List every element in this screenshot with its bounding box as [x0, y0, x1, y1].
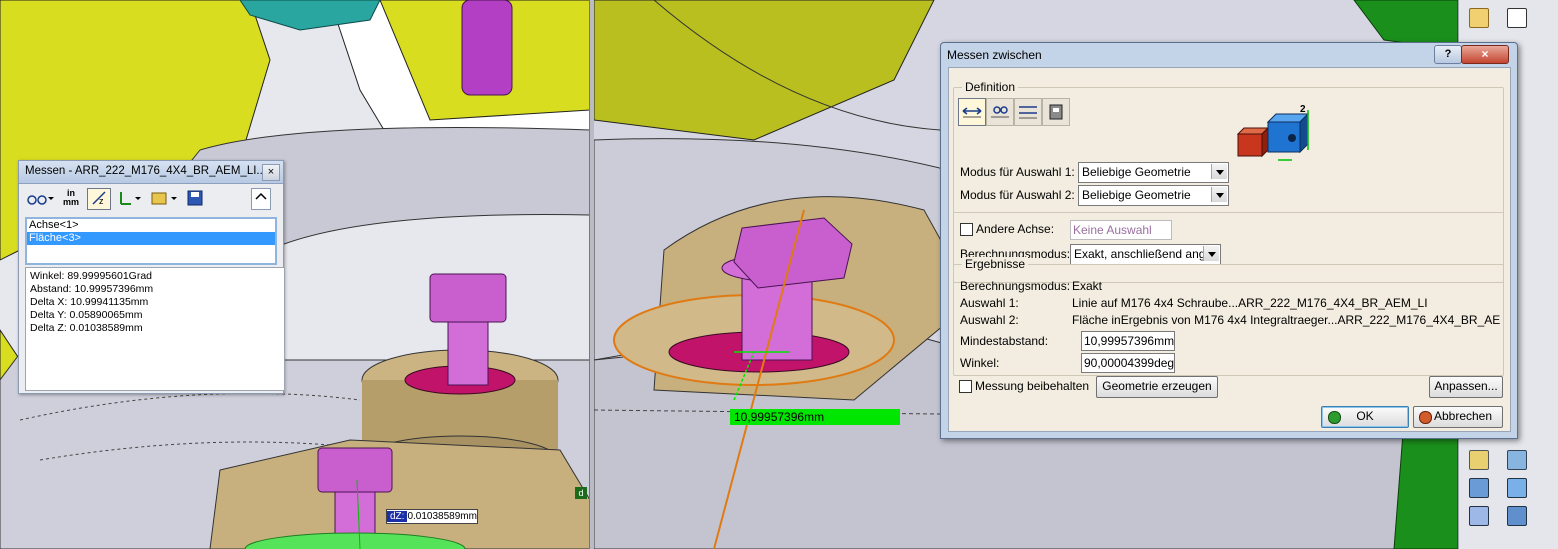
auswahl2-label: Auswahl 2:	[960, 313, 1019, 327]
auswahl1-value: Linie auf M176 4x4 Schraube...ARR_222_M1…	[1072, 296, 1428, 310]
messen-results: Winkel: 89.99995601Grad Abstand: 10.9995…	[25, 267, 285, 391]
dz-readout: dZ: 0.01038589mm	[386, 509, 478, 524]
measure-fan-mode-icon[interactable]	[1014, 98, 1042, 126]
part-icon[interactable]	[1469, 450, 1489, 470]
dialog-body: Definition 2 Modus für Auswahl 1: Belieb…	[948, 67, 1511, 432]
selection-preview-graphic: 2	[1236, 104, 1310, 161]
dialog-title: Messen zwischen	[947, 48, 1042, 62]
chevron-down-icon[interactable]	[1211, 187, 1227, 202]
mindestabstand-label: Mindestabstand:	[960, 334, 1049, 348]
analysis-icon[interactable]	[1507, 478, 1527, 498]
messen-panel: Messen - ARR_222_M176_4X4_BR_AEM_LI... ×…	[18, 160, 285, 394]
auswahl2-value: Fläche inErgebnis von M176 4x4 Integralt…	[1072, 313, 1500, 327]
modus2-value: Beliebige Geometrie	[1082, 188, 1191, 202]
erg-berechnungsmodus-value: Exakt	[1072, 279, 1103, 293]
result-delta-x: Delta X: 10.99941135mm	[30, 296, 149, 308]
andere-achse-field[interactable]: Keine Auswahl	[1070, 220, 1172, 240]
units-icon[interactable]: in mm	[59, 188, 83, 209]
modus1-value: Beliebige Geometrie	[1082, 165, 1191, 179]
selection-list[interactable]: Achse<1> Fläche<3>	[25, 217, 277, 265]
selection-item-flaeche[interactable]: Fläche<3>	[27, 232, 275, 245]
constraint-icon[interactable]	[1469, 506, 1489, 526]
berechnungsmodus-select[interactable]: Exakt, anschließend ange	[1070, 244, 1221, 265]
anpassen-button[interactable]: Anpassen...	[1429, 376, 1503, 398]
svg-text:z: z	[99, 196, 104, 206]
erg-berechnungsmodus-label: Berechnungsmodus:	[960, 279, 1071, 293]
definition-divider	[954, 212, 1503, 213]
dz-label: dZ:	[387, 511, 408, 522]
coordinate-icon[interactable]	[115, 188, 143, 208]
preview-axis-label: 2	[1300, 104, 1306, 115]
result-delta-y: Delta Y: 0.05890065mm	[30, 309, 143, 321]
folder-icon[interactable]	[149, 188, 179, 208]
chevron-down-icon[interactable]	[1203, 246, 1219, 261]
messen-title: Messen - ARR_222_M176_4X4_BR_AEM_LI...	[25, 165, 266, 177]
abbrechen-label: Abbrechen	[1433, 409, 1493, 423]
result-abstand: Abstand: 10.99957396mm	[30, 283, 154, 295]
ergebnisse-group-label: Ergebnisse	[962, 257, 1029, 271]
axis-icon[interactable]	[1507, 450, 1527, 470]
selection-item-achse[interactable]: Achse<1>	[27, 219, 275, 232]
winkel-label: Winkel:	[960, 356, 1000, 370]
modus2-label: Modus für Auswahl 2:	[960, 188, 1075, 202]
collapse-icon[interactable]	[251, 188, 271, 210]
modus2-select[interactable]: Beliebige Geometrie	[1078, 185, 1229, 206]
messen-close-button[interactable]: ×	[262, 164, 280, 181]
result-winkel: Winkel: 89.99995601Grad	[30, 270, 152, 282]
messen-titlebar[interactable]: Messen - ARR_222_M176_4X4_BR_AEM_LI... ×	[19, 161, 283, 184]
sketch-icon[interactable]	[1469, 8, 1489, 28]
measure-icon[interactable]	[1469, 478, 1489, 498]
modus1-select[interactable]: Beliebige Geometrie	[1078, 162, 1229, 183]
geometrie-erzeugen-button[interactable]: Geometrie erzeugen	[1096, 376, 1218, 398]
ok-icon	[1328, 411, 1341, 424]
measure-between-icon[interactable]	[25, 188, 55, 208]
abbrechen-button[interactable]: Abbrechen	[1413, 406, 1503, 428]
chevron-down-icon[interactable]	[1211, 164, 1227, 179]
berechnungsmodus-value: Exakt, anschließend ange	[1074, 247, 1213, 261]
cancel-icon	[1419, 411, 1432, 424]
mindestabstand-field[interactable]: 10,99957396mm	[1081, 331, 1175, 351]
ok-button[interactable]: OK	[1321, 406, 1409, 428]
definition-group-label: Definition	[962, 80, 1019, 94]
help-button[interactable]: ?	[1434, 45, 1462, 64]
messung-beibehalten-label: Messung beibehalten	[975, 379, 1090, 393]
ok-label: OK	[1356, 409, 1374, 423]
measure-chain-mode-icon[interactable]	[986, 98, 1014, 126]
auswahl1-label: Auswahl 1:	[960, 296, 1019, 310]
measure-between-mode-icon[interactable]	[958, 98, 986, 126]
units-label-bottom: mm	[62, 197, 79, 207]
grid-icon[interactable]	[1507, 506, 1527, 526]
modus1-label: Modus für Auswahl 1:	[960, 165, 1075, 179]
messung-beibehalten-checkbox[interactable]	[959, 380, 972, 393]
save-icon[interactable]	[185, 188, 205, 208]
andere-achse-checkbox[interactable]	[960, 223, 973, 236]
messen-zwischen-dialog: Messen zwischen ? × Definition 2 Modus f…	[940, 42, 1518, 439]
messen-toolbar: in mm z	[23, 188, 277, 210]
close-button[interactable]: ×	[1461, 45, 1509, 64]
viewport-marker: d	[575, 487, 587, 499]
winkel-field[interactable]: 90,00004399deg	[1081, 353, 1175, 373]
toolbar-icon-1[interactable]	[1507, 8, 1527, 28]
andere-achse-label: Andere Achse:	[976, 222, 1055, 236]
definition-group: Definition 2 Modus für Auswahl 1: Belieb…	[953, 80, 1504, 283]
ergebnisse-frame: Ergebnisse Berechnungsmodus: Exakt Auswa…	[953, 257, 1504, 376]
result-delta-z: Delta Z: 0.01038589mm	[30, 322, 143, 334]
distance-dimension-label[interactable]: 10,99957396mm	[730, 409, 900, 425]
measure-item-icon[interactable]	[1042, 98, 1070, 126]
axis-system-icon[interactable]: z	[87, 188, 111, 210]
dz-value: 0.01038589mm	[407, 511, 477, 522]
